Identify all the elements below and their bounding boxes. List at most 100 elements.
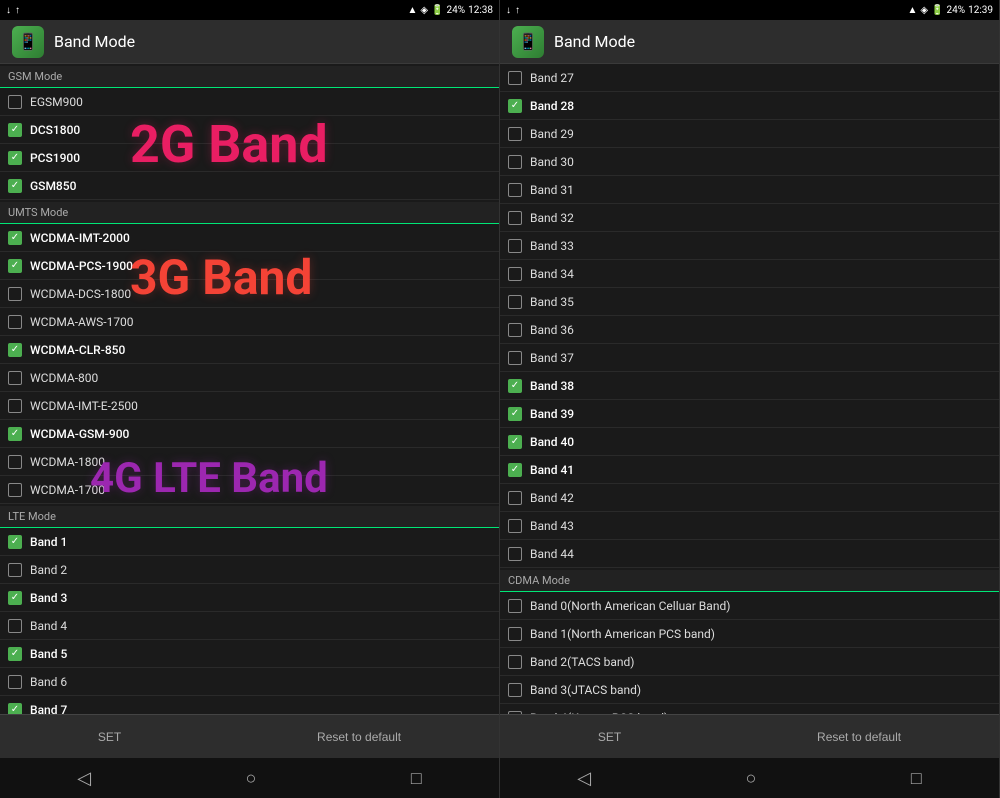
checkbox-wcdma-aws1700[interactable] bbox=[8, 315, 22, 329]
recents-icon-right[interactable]: □ bbox=[903, 760, 930, 797]
list-item[interactable]: ✓ PCS1900 bbox=[0, 144, 499, 172]
list-item[interactable]: Band 27 bbox=[500, 64, 999, 92]
list-item[interactable]: Band 31 bbox=[500, 176, 999, 204]
checkbox-band3[interactable]: ✓ bbox=[8, 591, 22, 605]
checkbox-band44[interactable] bbox=[508, 547, 522, 561]
list-item[interactable]: WCDMA-1800 bbox=[0, 448, 499, 476]
list-item[interactable]: ✓ Band 5 bbox=[0, 640, 499, 668]
home-icon-left[interactable]: ○ bbox=[238, 760, 265, 797]
checkbox-band6[interactable] bbox=[8, 675, 22, 689]
list-item[interactable]: Band 34 bbox=[500, 260, 999, 288]
list-item[interactable]: ✓ Band 7 bbox=[0, 696, 499, 714]
list-item[interactable]: Band 1(North American PCS band) bbox=[500, 620, 999, 648]
list-item[interactable]: Band 42 bbox=[500, 484, 999, 512]
list-item[interactable]: Band 33 bbox=[500, 232, 999, 260]
list-item[interactable]: ✓ WCDMA-GSM-900 bbox=[0, 420, 499, 448]
list-item[interactable]: WCDMA-AWS-1700 bbox=[0, 308, 499, 336]
list-item[interactable]: WCDMA-1700 bbox=[0, 476, 499, 504]
checkbox-wcdma-1700[interactable] bbox=[8, 483, 22, 497]
checkbox-band5[interactable]: ✓ bbox=[8, 647, 22, 661]
checkbox-wcdma-clr850[interactable]: ✓ bbox=[8, 343, 22, 357]
list-item[interactable]: ✓ GSM850 bbox=[0, 172, 499, 200]
list-item[interactable]: ✓ Band 40 bbox=[500, 428, 999, 456]
checkbox-band41[interactable]: ✓ bbox=[508, 463, 522, 477]
checkbox-wcdma-1800[interactable] bbox=[8, 455, 22, 469]
checkbox-band4[interactable] bbox=[8, 619, 22, 633]
list-item[interactable]: Band 44 bbox=[500, 540, 999, 568]
list-item[interactable]: WCDMA-DCS-1800 bbox=[0, 280, 499, 308]
checkbox-gsm850[interactable]: ✓ bbox=[8, 179, 22, 193]
checkbox-band40[interactable]: ✓ bbox=[508, 435, 522, 449]
reset-button-left[interactable]: Reset to default bbox=[293, 722, 425, 752]
list-item[interactable]: Band 30 bbox=[500, 148, 999, 176]
checkbox-wcdma-imt2000[interactable]: ✓ bbox=[8, 231, 22, 245]
checkbox-band7[interactable]: ✓ bbox=[8, 703, 22, 715]
checkbox-wcdma-gsm900[interactable]: ✓ bbox=[8, 427, 22, 441]
checkbox-cdma-band2[interactable] bbox=[508, 655, 522, 669]
back-icon-right[interactable]: ◁ bbox=[569, 760, 599, 797]
checkbox-cdma-band3[interactable] bbox=[508, 683, 522, 697]
list-item[interactable]: ✓ DCS1800 bbox=[0, 116, 499, 144]
checkbox-band42[interactable] bbox=[508, 491, 522, 505]
content-left[interactable]: GSM Mode EGSM900 ✓ DCS1800 ✓ PCS1900 ✓ G… bbox=[0, 64, 499, 714]
list-item[interactable]: Band 4(Korean PCS band) bbox=[500, 704, 999, 714]
checkbox-band33[interactable] bbox=[508, 239, 522, 253]
checkbox-band31[interactable] bbox=[508, 183, 522, 197]
checkbox-band36[interactable] bbox=[508, 323, 522, 337]
checkbox-wcdma-dcs1800[interactable] bbox=[8, 287, 22, 301]
checkbox-wcdma-800[interactable] bbox=[8, 371, 22, 385]
list-item[interactable]: ✓ Band 39 bbox=[500, 400, 999, 428]
list-item[interactable]: ✓ WCDMA-IMT-2000 bbox=[0, 224, 499, 252]
checkbox-band27[interactable] bbox=[508, 71, 522, 85]
list-item[interactable]: Band 43 bbox=[500, 512, 999, 540]
content-right[interactable]: Band 27 ✓ Band 28 Band 29 Band 30 Band 3… bbox=[500, 64, 999, 714]
checkbox-wcdma-imte2500[interactable] bbox=[8, 399, 22, 413]
list-item[interactable]: Band 6 bbox=[0, 668, 499, 696]
list-item[interactable]: Band 35 bbox=[500, 288, 999, 316]
checkbox-band38[interactable]: ✓ bbox=[508, 379, 522, 393]
recents-icon-left[interactable]: □ bbox=[403, 760, 430, 797]
checkbox-band39[interactable]: ✓ bbox=[508, 407, 522, 421]
checkbox-cdma-band4[interactable] bbox=[508, 711, 522, 715]
list-item[interactable]: Band 32 bbox=[500, 204, 999, 232]
checkbox-band1[interactable]: ✓ bbox=[8, 535, 22, 549]
checkbox-band35[interactable] bbox=[508, 295, 522, 309]
home-icon-right[interactable]: ○ bbox=[738, 760, 765, 797]
list-item[interactable]: Band 36 bbox=[500, 316, 999, 344]
back-icon-left[interactable]: ◁ bbox=[69, 760, 99, 797]
checkbox-cdma-band0[interactable] bbox=[508, 599, 522, 613]
list-item[interactable]: Band 3(JTACS band) bbox=[500, 676, 999, 704]
list-item[interactable]: ✓ Band 3 bbox=[0, 584, 499, 612]
checkbox-band34[interactable] bbox=[508, 267, 522, 281]
list-item[interactable]: EGSM900 bbox=[0, 88, 499, 116]
list-item[interactable]: ✓ Band 28 bbox=[500, 92, 999, 120]
checkbox-band32[interactable] bbox=[508, 211, 522, 225]
checkbox-pcs1900[interactable]: ✓ bbox=[8, 151, 22, 165]
list-item[interactable]: WCDMA-800 bbox=[0, 364, 499, 392]
checkbox-dcs1800[interactable]: ✓ bbox=[8, 123, 22, 137]
list-item[interactable]: Band 4 bbox=[0, 612, 499, 640]
list-item[interactable]: Band 2 bbox=[0, 556, 499, 584]
list-item[interactable]: WCDMA-IMT-E-2500 bbox=[0, 392, 499, 420]
list-item[interactable]: ✓ WCDMA-CLR-850 bbox=[0, 336, 499, 364]
checkbox-wcdma-pcs1900[interactable]: ✓ bbox=[8, 259, 22, 273]
list-item[interactable]: Band 2(TACS band) bbox=[500, 648, 999, 676]
checkbox-band2[interactable] bbox=[8, 563, 22, 577]
list-item[interactable]: Band 37 bbox=[500, 344, 999, 372]
list-item[interactable]: ✓ WCDMA-PCS-1900 bbox=[0, 252, 499, 280]
set-button-left[interactable]: SET bbox=[74, 722, 145, 752]
list-item[interactable]: ✓ Band 38 bbox=[500, 372, 999, 400]
list-item[interactable]: Band 29 bbox=[500, 120, 999, 148]
checkbox-band30[interactable] bbox=[508, 155, 522, 169]
checkbox-cdma-band1[interactable] bbox=[508, 627, 522, 641]
checkbox-band43[interactable] bbox=[508, 519, 522, 533]
checkbox-band29[interactable] bbox=[508, 127, 522, 141]
list-item[interactable]: ✓ Band 1 bbox=[0, 528, 499, 556]
reset-button-right[interactable]: Reset to default bbox=[793, 722, 925, 752]
checkbox-band37[interactable] bbox=[508, 351, 522, 365]
list-item[interactable]: Band 0(North American Celluar Band) bbox=[500, 592, 999, 620]
checkbox-egsm900[interactable] bbox=[8, 95, 22, 109]
checkbox-band28[interactable]: ✓ bbox=[508, 99, 522, 113]
list-item[interactable]: ✓ Band 41 bbox=[500, 456, 999, 484]
set-button-right[interactable]: SET bbox=[574, 722, 645, 752]
